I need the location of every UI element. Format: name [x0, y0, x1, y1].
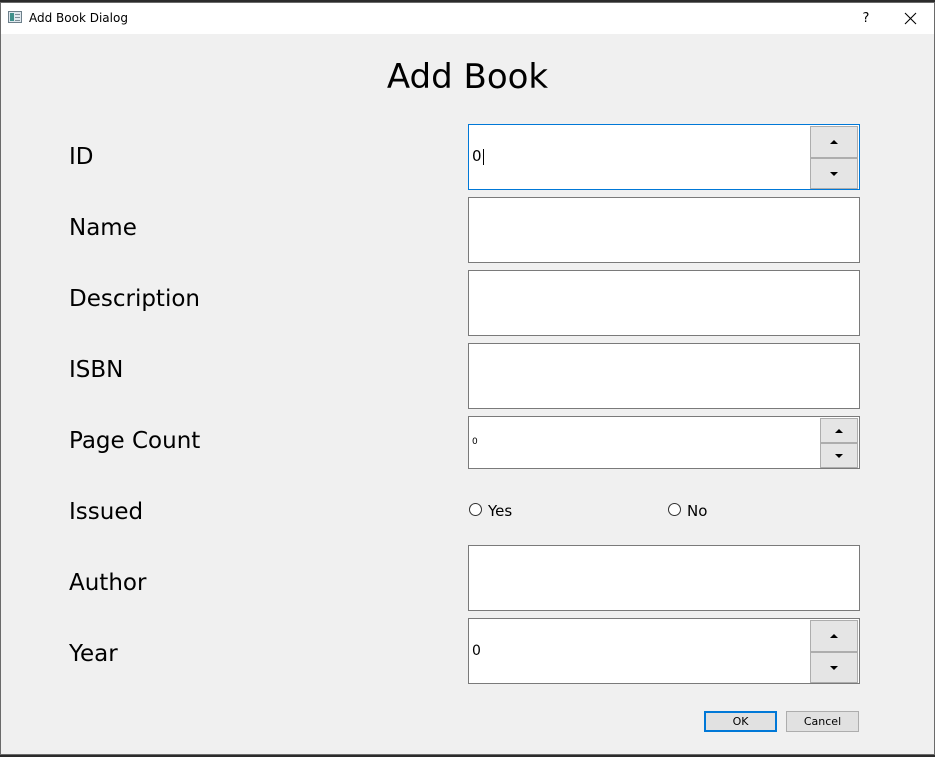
- name-field[interactable]: [468, 197, 860, 263]
- name-label: Name: [69, 215, 137, 241]
- id-increment-button[interactable]: [810, 126, 858, 158]
- chevron-down-icon: [830, 665, 838, 670]
- id-spinbox[interactable]: 0: [468, 124, 860, 190]
- close-button[interactable]: [889, 3, 933, 34]
- page-count-value: 0: [472, 437, 478, 447]
- year-label: Year: [69, 641, 118, 667]
- add-book-dialog: Add Book Dialog ? Add Book ID 0 Name Des…: [0, 2, 935, 755]
- title-bar: Add Book Dialog ?: [1, 3, 934, 34]
- chevron-up-icon: [830, 634, 838, 638]
- description-field[interactable]: [468, 270, 860, 336]
- radio-circle-icon: [469, 503, 482, 516]
- cancel-button[interactable]: Cancel: [786, 711, 859, 732]
- page-count-label: Page Count: [69, 428, 201, 454]
- year-spinbox[interactable]: 0: [468, 618, 860, 684]
- issued-yes-label: Yes: [488, 502, 513, 520]
- app-icon: [8, 11, 22, 23]
- isbn-field[interactable]: [468, 343, 860, 409]
- id-value: 0: [472, 147, 484, 165]
- page-count-spinbox[interactable]: 0: [468, 416, 860, 469]
- help-button[interactable]: ?: [853, 3, 879, 34]
- chevron-up-icon: [830, 140, 838, 144]
- issued-no-label: No: [687, 502, 708, 520]
- year-value: 0: [472, 643, 481, 659]
- chevron-down-icon: [835, 453, 843, 458]
- description-label: Description: [69, 286, 200, 312]
- issued-label: Issued: [69, 499, 144, 525]
- page-count-decrement-button[interactable]: [820, 443, 858, 468]
- page-count-increment-button[interactable]: [820, 418, 858, 443]
- year-decrement-button[interactable]: [810, 652, 858, 683]
- radio-circle-icon: [668, 503, 681, 516]
- close-icon: [904, 12, 917, 25]
- dialog-heading: Add Book: [386, 57, 549, 97]
- author-label: Author: [69, 570, 147, 596]
- id-label: ID: [69, 144, 94, 170]
- window-title: Add Book Dialog: [29, 11, 128, 25]
- year-increment-button[interactable]: [810, 620, 858, 652]
- chevron-down-icon: [830, 171, 838, 176]
- ok-button[interactable]: OK: [704, 711, 777, 732]
- id-decrement-button[interactable]: [810, 158, 858, 189]
- chevron-up-icon: [835, 428, 843, 433]
- isbn-label: ISBN: [69, 357, 124, 383]
- author-field[interactable]: [468, 545, 860, 611]
